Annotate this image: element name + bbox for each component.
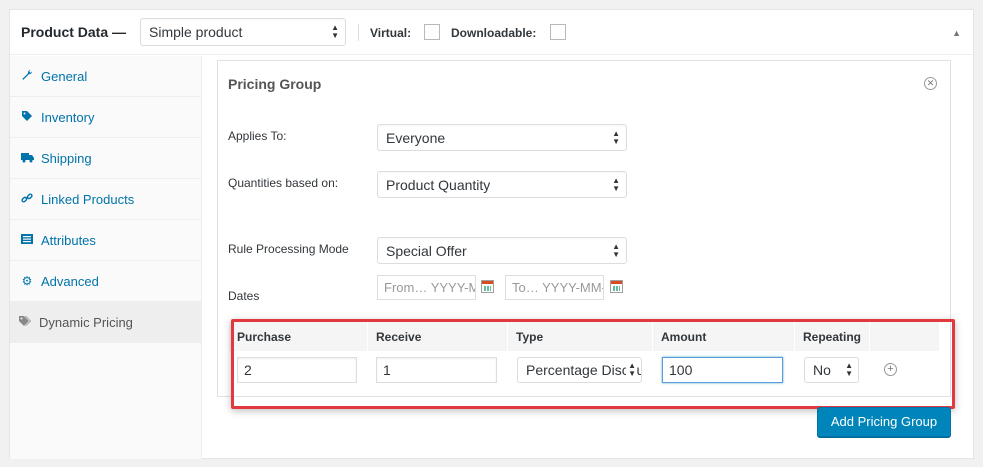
tab-dynamic-pricing[interactable]: Dynamic Pricing — [10, 302, 201, 343]
virtual-label: Virtual: — [370, 26, 412, 40]
product-type-value: Simple product — [149, 24, 243, 40]
select-arrows-icon: ▲ ▼ — [612, 242, 620, 259]
triangle-up-icon[interactable]: ▲ — [952, 28, 961, 38]
applies-to-label: Applies To: — [228, 129, 287, 143]
tab-label: Shipping — [41, 151, 92, 166]
wrench-icon — [20, 69, 34, 83]
date-to-input[interactable]: To… YYYY-MM-DD — [505, 275, 604, 300]
applies-to-value: Everyone — [386, 130, 446, 146]
date-to-placeholder: To… YYYY-MM-DD — [512, 280, 603, 295]
tab-label: Dynamic Pricing — [39, 315, 133, 330]
tab-label: Linked Products — [41, 192, 135, 207]
tab-general[interactable]: General — [10, 56, 201, 97]
tab-linked-products[interactable]: Linked Products — [10, 179, 201, 220]
rule-mode-label: Rule Processing Mode — [228, 242, 349, 256]
select-arrows-icon: ▲ ▼ — [612, 176, 620, 193]
tab-inventory[interactable]: Inventory — [10, 97, 201, 138]
gear-icon: ⚙ — [21, 274, 33, 288]
dates-label: Dates — [228, 289, 260, 303]
select-arrows-icon: ▲ ▼ — [331, 23, 339, 40]
close-icon[interactable]: ✕ — [924, 77, 937, 90]
select-arrows-icon: ▲ ▼ — [612, 129, 620, 146]
tab-label: Advanced — [41, 274, 99, 289]
tag-icon — [20, 110, 34, 124]
pricing-group-title: Pricing Group — [228, 76, 322, 92]
quantities-select[interactable]: Product Quantity ▲ ▼ — [377, 171, 627, 198]
virtual-checkbox[interactable] — [424, 24, 440, 40]
truck-icon — [20, 151, 34, 165]
rule-mode-select[interactable]: Special Offer ▲ ▼ — [377, 237, 627, 264]
downloadable-checkbox[interactable] — [550, 24, 566, 40]
product-type-select[interactable]: Simple product ▲ ▼ — [140, 18, 346, 46]
list-icon — [20, 233, 34, 247]
add-pricing-group-button[interactable]: Add Pricing Group — [817, 407, 951, 437]
tab-label: Attributes — [41, 233, 96, 248]
rule-mode-value: Special Offer — [386, 243, 467, 259]
product-data-tabs: General Inventory Shipping Linked Produc… — [10, 56, 202, 459]
panel-title: Product Data — — [21, 24, 127, 40]
applies-to-select[interactable]: Everyone ▲ ▼ — [377, 124, 627, 151]
header-divider — [358, 24, 359, 41]
quantities-label: Quantities based on: — [228, 176, 339, 190]
calendar-icon[interactable] — [481, 280, 494, 293]
calendar-icon[interactable] — [610, 280, 623, 293]
product-data-header: Product Data — Simple product ▲ ▼ Virtual… — [10, 10, 973, 55]
tab-attributes[interactable]: Attributes — [10, 220, 201, 261]
date-from-placeholder: From… YYYY-MM-DD — [384, 280, 475, 295]
link-icon — [20, 192, 34, 206]
tab-label: General — [41, 69, 88, 84]
quantities-value: Product Quantity — [386, 177, 491, 193]
tags-icon — [18, 315, 32, 329]
downloadable-label: Downloadable: — [451, 26, 537, 40]
rules-highlight-box — [231, 319, 955, 409]
tab-label: Inventory — [41, 110, 95, 125]
date-from-input[interactable]: From… YYYY-MM-DD — [377, 275, 476, 300]
tab-advanced[interactable]: ⚙ Advanced — [10, 261, 201, 302]
tab-shipping[interactable]: Shipping — [10, 138, 201, 179]
